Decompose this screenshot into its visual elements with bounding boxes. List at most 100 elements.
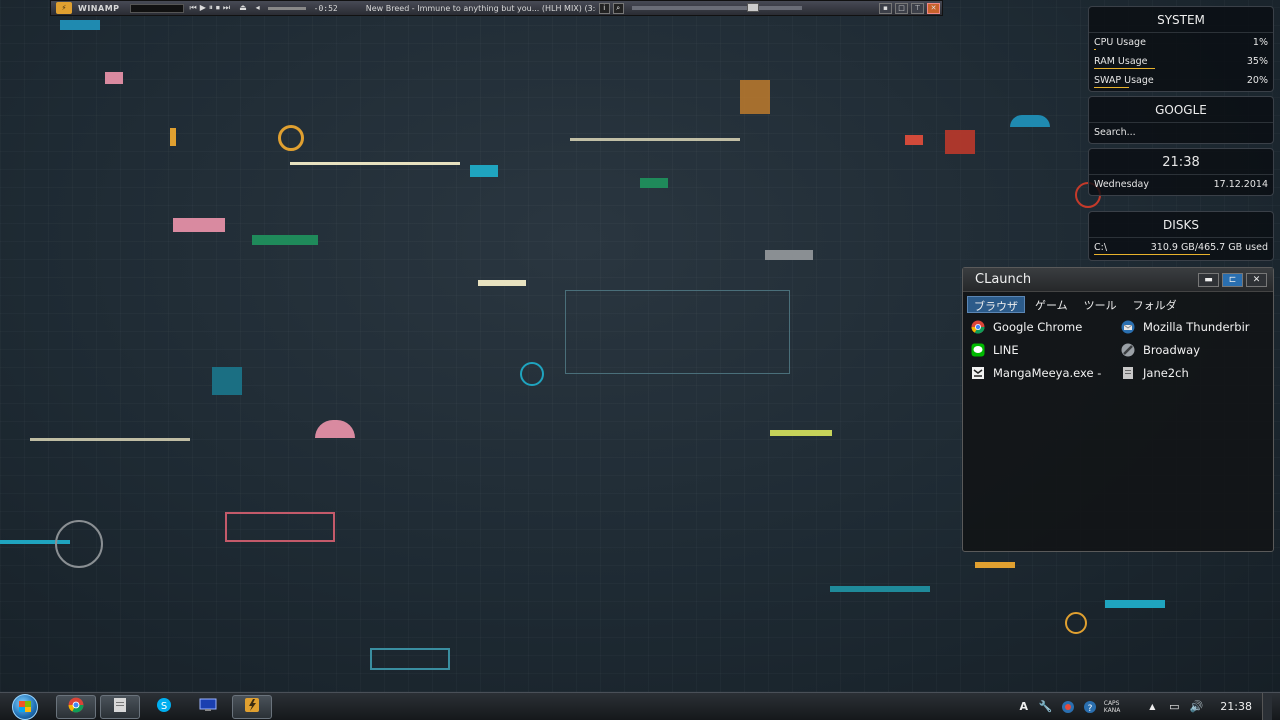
- winamp-window-buttons: ▪ □ ⊤ ✕: [879, 2, 940, 14]
- launcher-item-thunderbird[interactable]: Mozilla Thunderbir: [1121, 318, 1271, 336]
- google-search-input[interactable]: Search...: [1089, 123, 1273, 142]
- launcher-item-label: Google Chrome: [993, 320, 1083, 334]
- disks-gadget-title: DISKS: [1089, 212, 1273, 238]
- swap-usage-row: SWAP Usage 20%: [1089, 71, 1273, 90]
- network-icon[interactable]: ▭: [1166, 699, 1182, 715]
- wallpaper-ring: [278, 125, 304, 151]
- launcher-item-mangameeya[interactable]: MangaMeeya.exe -: [971, 364, 1121, 382]
- disk-row: C:\ 310.9 GB/465.7 GB used: [1089, 238, 1273, 257]
- volume-slider[interactable]: [267, 6, 306, 10]
- taskbar: S A 🔧 ? CAPS KANA ▲ ▭ 🔊 21:38: [0, 692, 1280, 720]
- stop-icon[interactable]: ⏹: [216, 3, 220, 13]
- playlist-icon[interactable]: i: [598, 2, 610, 14]
- mangameeya-icon: [971, 366, 985, 380]
- ime-indicator[interactable]: CAPS KANA: [1104, 700, 1121, 714]
- wallpaper-block: [225, 512, 335, 542]
- wrench-icon[interactable]: 🔧: [1038, 699, 1054, 715]
- winamp-song-title: New Breed - Immune to anything but you..…: [365, 3, 596, 13]
- gadget-day: Wednesday: [1094, 179, 1150, 190]
- restore-icon[interactable]: ⊤: [911, 2, 924, 14]
- wallpaper-block: [173, 218, 225, 232]
- search-icon[interactable]: ⌕: [612, 2, 624, 14]
- gadget-date: 17.12.2014: [1213, 179, 1268, 190]
- taskbar-app-remote-desktop[interactable]: [188, 695, 228, 719]
- wallpaper-line: [570, 138, 740, 141]
- tab-tools[interactable]: ツール: [1078, 296, 1123, 313]
- wallpaper-ring: [1065, 612, 1087, 634]
- taskbar-app-winamp[interactable]: [232, 694, 272, 719]
- wallpaper-block: [1105, 600, 1165, 608]
- shade-icon[interactable]: □: [895, 2, 908, 14]
- show-desktop-button[interactable]: [1262, 692, 1272, 720]
- claunch-window: CLaunch ▬ ⊏ ✕ ブラウザ ゲーム ツール フォルダ Google C…: [962, 267, 1274, 552]
- usage-bar: [1094, 68, 1155, 69]
- network-globe-icon[interactable]: [1060, 699, 1076, 715]
- seek-bar[interactable]: [631, 3, 802, 12]
- volume-icon: ◂: [255, 3, 260, 12]
- menu-icon[interactable]: ▬: [1198, 272, 1219, 287]
- wallpaper-block: [640, 178, 668, 188]
- launcher-item-line[interactable]: LINE: [971, 341, 1121, 359]
- notepad-icon: [113, 697, 127, 717]
- broadway-icon: [1121, 343, 1135, 357]
- launcher-item-label: LINE: [993, 343, 1019, 357]
- help-icon[interactable]: ?: [1082, 699, 1098, 715]
- chrome-icon: [68, 697, 84, 717]
- disks-gadget: DISKS C:\ 310.9 GB/465.7 GB used: [1088, 211, 1274, 261]
- wallpaper-block: [945, 130, 975, 154]
- clock-gadget: 21:38 Wednesday 17.12.2014: [1088, 148, 1274, 196]
- tab-games[interactable]: ゲーム: [1029, 296, 1074, 313]
- svg-text:S: S: [161, 701, 167, 712]
- volume-icon[interactable]: 🔊: [1188, 699, 1204, 715]
- wallpaper-block: [478, 280, 526, 286]
- thunderbird-icon: [1121, 320, 1135, 334]
- taskbar-app-notepad[interactable]: [100, 694, 140, 719]
- launcher-item-label: Broadway: [1143, 343, 1201, 357]
- winamp-title: WINAMP: [78, 3, 120, 13]
- taskbar-clock[interactable]: 21:38: [1220, 700, 1252, 713]
- winamp-logo-icon[interactable]: ⚡: [56, 2, 72, 14]
- start-button[interactable]: [8, 693, 42, 720]
- claunch-tabs: ブラウザ ゲーム ツール フォルダ: [963, 292, 1273, 316]
- claunch-window-buttons: ▬ ⊏ ✕: [1198, 272, 1267, 287]
- system-tray: A 🔧 ? CAPS KANA ▲ ▭ 🔊 21:38: [1016, 692, 1280, 720]
- launcher-item-broadway[interactable]: Broadway: [1121, 341, 1271, 359]
- pin-icon[interactable]: ⊏: [1222, 272, 1243, 287]
- wallpaper-block: [1010, 115, 1050, 127]
- previous-icon[interactable]: ⏮: [190, 3, 197, 13]
- cpu-usage-label: CPU Usage: [1094, 37, 1146, 48]
- swap-usage-label: SWAP Usage: [1094, 75, 1154, 86]
- close-icon[interactable]: ✕: [1246, 272, 1267, 287]
- winamp-icon: [244, 697, 260, 717]
- jane2ch-icon: [1121, 366, 1135, 380]
- ram-usage-row: RAM Usage 35%: [1089, 52, 1273, 71]
- winamp-time: -0:52: [313, 3, 338, 13]
- winamp-controls: ⏮ ▶ ⏸ ⏹ ⏭ ⏏ ◂: [190, 3, 260, 13]
- next-icon[interactable]: ⏭: [223, 3, 230, 13]
- close-icon[interactable]: ✕: [927, 2, 940, 14]
- ime-kana-label: KANA: [1103, 706, 1121, 714]
- launcher-item-chrome[interactable]: Google Chrome: [971, 318, 1121, 336]
- claunch-item-grid: Google Chrome Mozilla Thunderbir LINE Br…: [963, 316, 1273, 384]
- wallpaper-block: [905, 135, 923, 145]
- font-icon[interactable]: A: [1016, 699, 1032, 715]
- seek-knob[interactable]: [746, 3, 759, 12]
- tab-browser[interactable]: ブラウザ: [967, 296, 1025, 313]
- launcher-item-jane2ch[interactable]: Jane2ch: [1121, 364, 1271, 382]
- system-gadget-title: SYSTEM: [1089, 7, 1273, 33]
- play-icon[interactable]: ▶: [200, 3, 206, 13]
- taskbar-app-skype[interactable]: S: [144, 695, 184, 719]
- wallpaper-line: [290, 162, 460, 165]
- tab-folders[interactable]: フォルダ: [1127, 296, 1183, 313]
- menu-icon[interactable]: ▪: [879, 2, 892, 14]
- eject-icon[interactable]: ⏏: [239, 3, 247, 13]
- wallpaper-block: [740, 80, 770, 114]
- wallpaper-ring: [55, 520, 103, 568]
- pause-icon[interactable]: ⏸: [209, 3, 213, 13]
- show-hidden-icons-icon[interactable]: ▲: [1144, 699, 1160, 715]
- taskbar-app-chrome[interactable]: [56, 694, 96, 719]
- claunch-titlebar[interactable]: CLaunch ▬ ⊏ ✕: [963, 268, 1273, 292]
- usage-bar: [1094, 49, 1096, 50]
- winamp-visualizer[interactable]: [129, 3, 184, 13]
- launcher-item-label: Jane2ch: [1143, 366, 1189, 380]
